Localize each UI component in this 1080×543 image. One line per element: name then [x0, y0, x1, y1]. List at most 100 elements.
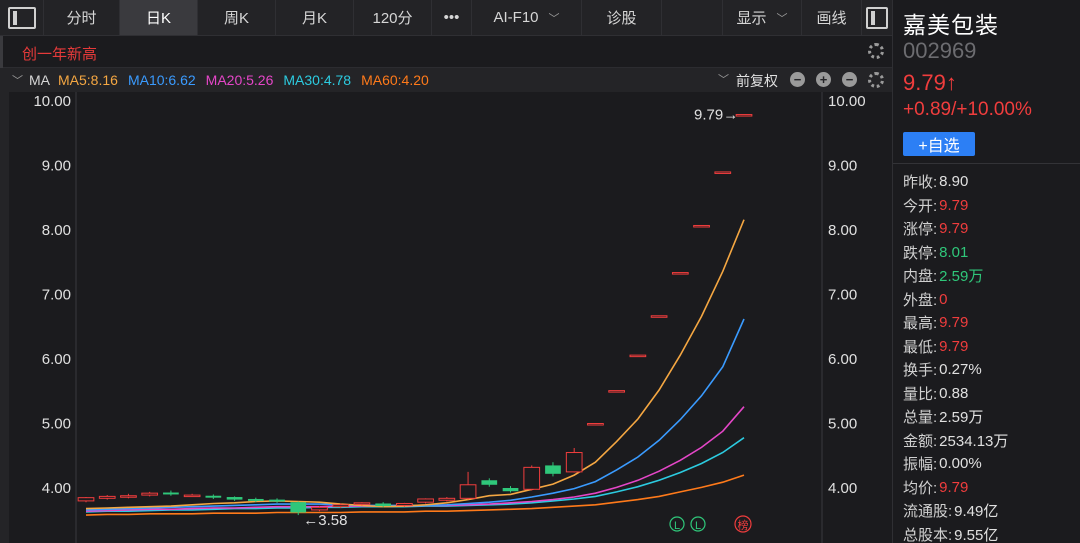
stat-label: 振幅:: [903, 456, 938, 474]
y-axis-tick-right: 4.00: [828, 480, 857, 497]
stat-value: 0.27%: [939, 361, 982, 379]
stat-label: 量比:: [903, 385, 938, 403]
y-axis-tick-left: 5.00: [42, 416, 71, 433]
candle-body: [353, 502, 371, 505]
y-axis-tick-left: 6.00: [42, 351, 71, 368]
draw-line-button[interactable]: 画线: [802, 0, 862, 35]
stat-row-amplitude: 振幅: 0.00%: [903, 452, 1079, 476]
stat-label: 外盘:: [903, 291, 938, 309]
stock-price: 9.79↑: [903, 70, 957, 95]
stat-label: 均价:: [903, 479, 938, 497]
chart-subheader: 创一年新高: [0, 36, 892, 68]
remove-indicator-icon[interactable]: −: [842, 72, 857, 87]
stat-label: 流通股:: [903, 503, 953, 521]
kline-chart[interactable]: 10.00 10.00 9.00 9.00 8.00 8.00 7.00 7.00 6.00 6.…: [0, 92, 892, 543]
candle-body: [650, 315, 668, 318]
stat-row-total-volume: 总量: 2.59万: [903, 405, 1079, 429]
ma-lines: [85, 219, 745, 516]
ai-f10-dropdown[interactable]: AI-F10 ﹀: [472, 0, 582, 35]
tab-intraday[interactable]: 分时: [44, 0, 120, 35]
stat-value: 9.79: [939, 478, 969, 496]
display-label: 显示: [736, 10, 767, 27]
y-axis-tick-left: 9.00: [42, 158, 71, 175]
tab-monthly-k[interactable]: 月K: [276, 0, 354, 35]
stat-label: 内盘:: [903, 268, 938, 286]
candle-body: [163, 492, 179, 495]
candle-body: [565, 452, 583, 473]
candle-body: [608, 390, 625, 393]
tab-120min[interactable]: 120分: [354, 0, 432, 35]
candle-body: [290, 502, 307, 513]
stat-row-limit-up: 涨停: 9.79: [903, 217, 1079, 241]
stat-value: 9.79: [939, 337, 969, 355]
quote-stats-list: 昨收: 8.90 今开: 9.79 涨停: 9.79 跌停: 8.01 内盘: 2.59万…: [903, 170, 1079, 543]
stat-row-low: 最低: 9.79: [903, 335, 1079, 359]
more-periods-button[interactable]: •••: [432, 0, 472, 35]
candle-body: [502, 488, 519, 492]
stat-row-outer-volume: 外盘: 0: [903, 288, 1079, 312]
max-price-marker: 9.79→: [694, 107, 738, 124]
stat-label: 涨停:: [903, 221, 938, 239]
candle-body: [269, 499, 285, 502]
candles: [77, 114, 753, 516]
right-panel-toggle[interactable]: [862, 0, 892, 35]
candle-body: [183, 494, 201, 498]
gear-icon[interactable]: [868, 72, 884, 88]
zoom-in-icon[interactable]: +: [816, 72, 831, 87]
tab-daily-k[interactable]: 日K: [120, 0, 198, 35]
gear-icon[interactable]: [868, 43, 884, 59]
diagnose-button[interactable]: 诊股: [582, 0, 662, 35]
ma-line-ma30: [85, 437, 745, 513]
price-adjust-dropdown[interactable]: 前复权: [736, 71, 778, 91]
stat-value: 2.59万: [939, 409, 984, 427]
ma10-label: MA10:6.62: [127, 72, 196, 88]
zoom-out-icon[interactable]: −: [790, 72, 805, 87]
axis-labels: 10.00 10.00 9.00 9.00 8.00 8.00 7.00 7.00 6.00 6.…: [33, 93, 865, 497]
y-axis-tick-right: 9.00: [828, 158, 857, 175]
chevron-down-icon[interactable]: ﹀: [718, 71, 729, 87]
candle-body: [205, 495, 222, 498]
new-high-badge: 创一年新高: [22, 46, 98, 63]
stat-label: 今开:: [903, 197, 938, 215]
candle-body: [693, 224, 710, 228]
stat-value: 8.01: [939, 243, 969, 261]
stat-value: 9.79: [939, 196, 969, 214]
y-axis-tick-left: 8.00: [42, 222, 71, 239]
stat-row-open: 今开: 9.79: [903, 194, 1079, 218]
candle-body: [396, 502, 413, 506]
candle-body: [247, 498, 264, 501]
tab-weekly-k[interactable]: 周K: [198, 0, 276, 35]
y-axis-tick-right: 6.00: [828, 351, 857, 368]
candle-body: [375, 503, 392, 507]
grid-layer: [0, 92, 823, 543]
event-badge-l[interactable]: L: [695, 520, 701, 532]
event-badges: L L 榜: [669, 515, 752, 533]
stat-label: 总量:: [903, 409, 938, 427]
ma5-label: MA5:8.16: [58, 72, 118, 88]
stat-row-amount: 金额: 2534.13万: [903, 429, 1079, 453]
stat-value: 9.49亿: [954, 503, 999, 521]
y-axis-tick-right: 5.00: [828, 416, 857, 433]
candle-body: [735, 114, 753, 117]
chart-toolbar: 分时 日K 周K 月K 120分 ••• AI-F10 ﹀ 诊股 显示 ﹀ 画线: [0, 0, 892, 36]
stat-row-high: 最高: 9.79: [903, 311, 1079, 335]
event-badge-l[interactable]: L: [674, 520, 680, 532]
display-dropdown[interactable]: 显示 ﹀: [722, 0, 802, 35]
candle-body: [226, 497, 243, 500]
stat-row-avg-price: 均价: 9.79: [903, 476, 1079, 500]
candle-body: [545, 465, 561, 474]
candle-body: [438, 497, 456, 501]
ai-f10-label: AI-F10: [493, 9, 539, 26]
candle-body: [77, 497, 95, 502]
stat-value: 2.59万: [939, 268, 984, 286]
event-badge-rank[interactable]: 榜: [738, 518, 749, 532]
stat-value: 2534.13万: [939, 432, 1009, 450]
left-panel-toggle[interactable]: [0, 0, 44, 35]
candle-body: [459, 484, 477, 499]
candle-body: [671, 272, 689, 275]
add-to-watchlist-button[interactable]: +自选: [903, 132, 975, 156]
y-axis-tick-right: 7.00: [828, 287, 857, 304]
panel-toggle-icon: [7, 6, 36, 29]
divider: [893, 163, 1080, 164]
collapse-chevron-icon[interactable]: ﹀: [12, 72, 23, 88]
